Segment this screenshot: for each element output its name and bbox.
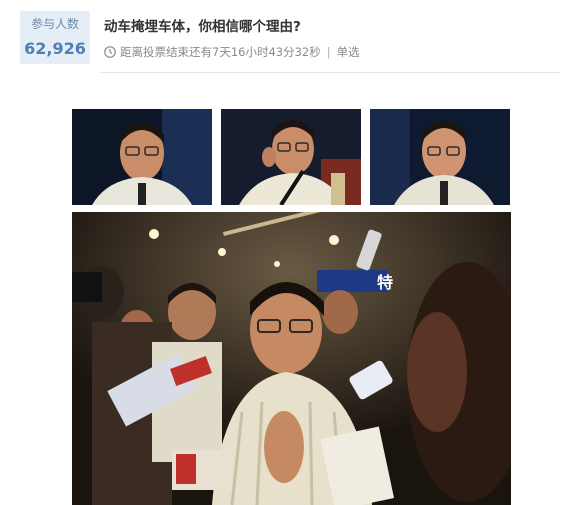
header-divider [100,72,560,73]
spokesman-photo-1 [72,109,212,205]
spokesman-photo-2 [221,109,361,205]
clock-icon [104,46,116,58]
poll-meta: 距离投票结束还有7天16小时43分32秒 | 单选 [104,44,360,60]
participants-box: 参与人数 62,926 [20,11,90,64]
vote-type: 单选 [336,45,360,59]
meta-separator: | [326,45,331,59]
participants-label: 参与人数 [30,17,79,31]
sign-text: 特 [377,273,393,292]
deadline-text: 距离投票结束还有7天16小时43分32秒 [120,45,321,59]
press-conference-photo: 特 [72,212,511,505]
spokesman-photo-3 [370,109,510,205]
participants-count: 62,926 [24,39,86,58]
poll-title[interactable]: 动车掩埋车体，你相信哪个理由? [104,15,301,35]
